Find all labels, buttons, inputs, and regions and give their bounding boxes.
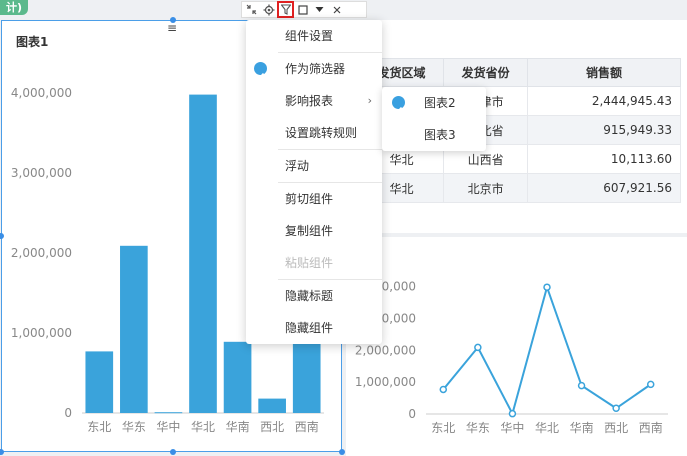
- menu-item-label: 影响报表: [285, 94, 334, 108]
- x-tick-label: 华中: [500, 420, 524, 435]
- data-point: [439, 385, 448, 394]
- x-tick-label: 西南: [295, 419, 319, 434]
- col-header-sales[interactable]: 销售额: [527, 58, 681, 87]
- menu-item-affect-reports[interactable]: 影响报表 ›: [246, 85, 382, 117]
- x-tick-label: 华南: [226, 419, 250, 434]
- bar: [223, 341, 252, 413]
- y-tick-label: 0: [64, 406, 72, 420]
- data-point: [577, 381, 586, 390]
- table-cell: 915,949.33: [527, 115, 681, 145]
- menu-item-copy[interactable]: 复制组件: [246, 215, 382, 247]
- bar: [154, 412, 183, 414]
- series-line: [442, 283, 652, 417]
- data-point: [646, 380, 655, 389]
- component-context-menu: 组件设置 作为筛选器 影响报表 › 设置跳转规则 浮动 剪切组件 复制组件 粘贴…: [246, 20, 382, 344]
- checked-icon: [254, 62, 267, 79]
- filter-icon[interactable]: [277, 1, 294, 18]
- close-icon[interactable]: [330, 3, 343, 16]
- bar: [85, 351, 114, 413]
- x-tick-label: 东北: [431, 421, 455, 435]
- collapse-icon[interactable]: [245, 3, 258, 16]
- component-toolbar: [241, 1, 367, 18]
- resize-handle-bottom-left[interactable]: [0, 449, 4, 455]
- menu-item-component-settings[interactable]: 组件设置: [246, 20, 382, 52]
- menu-item-hide-component[interactable]: 隐藏组件: [246, 312, 382, 344]
- bar: [292, 342, 321, 413]
- gear-icon[interactable]: [262, 3, 275, 16]
- table-cell: 607,921.56: [527, 173, 681, 203]
- submenu-item-label: 图表2: [424, 96, 456, 110]
- menu-item-as-filter[interactable]: 作为筛选器: [246, 53, 382, 85]
- bar: [258, 398, 286, 413]
- checked-icon: [392, 96, 405, 113]
- x-tick-label: 华北: [535, 421, 559, 435]
- menu-item-hide-title[interactable]: 隐藏标题: [246, 280, 382, 312]
- submenu-item-chart2[interactable]: 图表2: [382, 87, 486, 119]
- menu-item-label: 作为筛选器: [285, 62, 346, 76]
- line-chart: 01,000,0002,000,00000,00000,000东北 华东 华中 华北华…: [355, 280, 668, 435]
- menu-item-float[interactable]: 浮动: [246, 150, 382, 182]
- table-row: 华北 北京市 607,921.56: [358, 173, 681, 203]
- bar: [120, 245, 148, 413]
- bar: [189, 94, 217, 413]
- y-tick-label: 0: [408, 407, 416, 421]
- data-point: [612, 404, 620, 413]
- x-tick-label: 东北: [87, 420, 111, 434]
- x-tick-label: 西北: [604, 421, 628, 435]
- x-tick-label: 西北: [260, 420, 284, 434]
- chart3-panel[interactable]: 3 01,000,0002,000,00000,00000,000东北华东华中华…: [346, 237, 687, 456]
- y-tick-label: 1,000,000: [11, 326, 72, 340]
- table-cell: 2,444,945.43: [527, 86, 681, 116]
- affect-reports-submenu: 图表2 图表3: [382, 87, 486, 151]
- resize-handle-top[interactable]: [170, 17, 176, 23]
- y-tick-label: 4,000,000: [11, 86, 72, 100]
- menu-item-cut[interactable]: 剪切组件: [246, 183, 382, 215]
- submenu-item-label: 图表3: [424, 128, 456, 142]
- dropdown-icon[interactable]: [313, 3, 326, 16]
- y-tick-label: 1,000,000: [355, 375, 416, 389]
- col-header-province[interactable]: 发货省份: [443, 58, 529, 87]
- x-tick-label: 华东: [466, 421, 490, 435]
- data-point: [543, 283, 551, 291]
- maximize-icon[interactable]: [296, 3, 309, 16]
- x-tick-label: 华中: [156, 419, 180, 434]
- submenu-item-chart3[interactable]: 图表3: [382, 119, 486, 151]
- chevron-right-icon: ›: [367, 94, 372, 107]
- resize-handle-bottom-right[interactable]: [339, 449, 345, 455]
- table-cell: 北京市: [443, 173, 529, 203]
- x-tick-label: 华东: [122, 420, 146, 434]
- resize-handle-bottom[interactable]: [170, 449, 176, 455]
- y-tick-label: 2,000,000: [11, 246, 72, 260]
- x-tick-label: 西南: [639, 420, 663, 435]
- data-point: [508, 409, 517, 418]
- menu-item-paste: 粘贴组件: [285, 256, 334, 270]
- scope-tag: 计): [0, 0, 29, 15]
- x-tick-label: 华北: [191, 420, 215, 434]
- y-tick-label: 3,000,000: [11, 166, 72, 180]
- menu-item-jump-rules[interactable]: 设置跳转规则: [246, 117, 382, 149]
- table-cell: 10,113.60: [527, 144, 681, 174]
- data-point: [474, 343, 482, 352]
- y-tick-label: 2,000,000: [355, 343, 416, 357]
- x-tick-label: 华南: [570, 420, 594, 435]
